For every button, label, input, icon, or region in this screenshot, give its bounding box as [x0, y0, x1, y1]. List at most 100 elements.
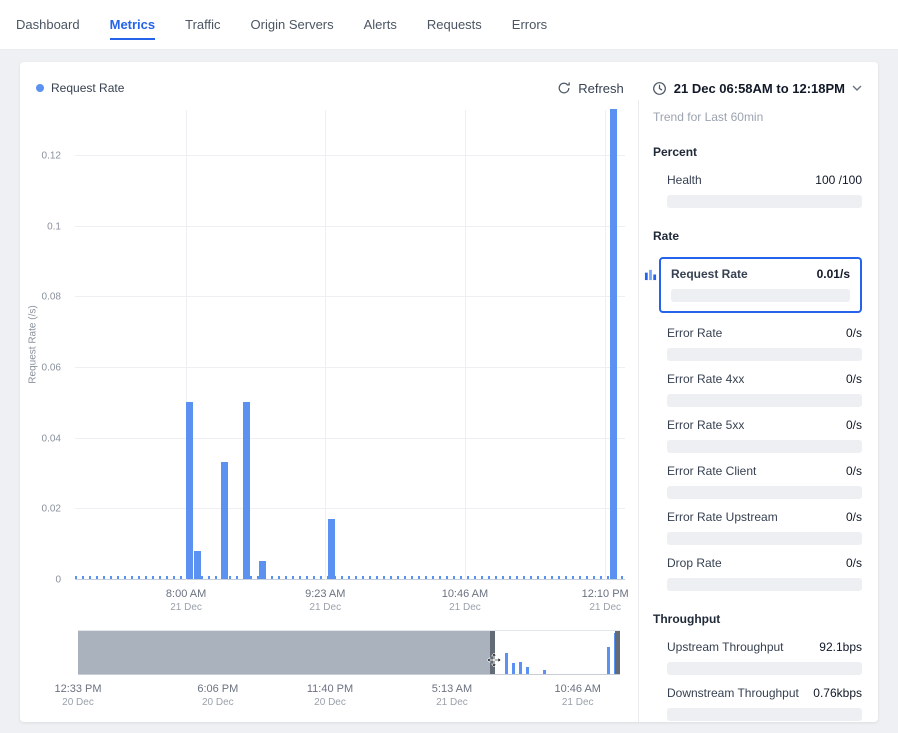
metric-upstream-throughput[interactable]: Upstream Throughput92.1bps — [667, 640, 862, 675]
v-gridline — [465, 110, 466, 580]
metric-error-rate-5xx[interactable]: Error Rate 5xx0/s — [667, 418, 862, 453]
chart-bar — [221, 462, 228, 579]
minimap-x-labels: 12:33 PM20 Dec6:06 PM20 Dec11:40 PM20 De… — [78, 683, 620, 715]
y-tick-label: 0.1 — [47, 221, 61, 232]
tab-metrics[interactable]: Metrics — [110, 10, 156, 40]
time-range-picker[interactable]: 21 Dec 06:58AM to 12:18PM — [652, 81, 862, 96]
plot-area — [75, 110, 625, 580]
chart-bar — [194, 551, 201, 579]
card-body: Request Rate (/s) 00.020.040.060.080.10.… — [20, 100, 878, 722]
metric-downstream-throughput[interactable]: Downstream Throughput0.76kbps — [667, 686, 862, 721]
minimap[interactable] — [78, 630, 620, 675]
h-gridline — [75, 155, 625, 156]
move-cursor-icon — [487, 653, 501, 672]
metric-row: Downstream Throughput0.76kbps — [667, 686, 862, 700]
v-gridline — [605, 110, 606, 580]
h-gridline — [75, 438, 625, 439]
metric-name: Error Rate Upstream — [667, 510, 778, 524]
near-zero-baseline — [75, 576, 625, 579]
legend-label: Request Rate — [51, 81, 124, 95]
metric-name: Error Rate 5xx — [667, 418, 744, 432]
clock-icon — [652, 81, 667, 96]
x-tick-label: 8:00 AM21 Dec — [166, 588, 206, 613]
minimap-x-tick-label: 6:06 PM20 Dec — [197, 683, 238, 708]
y-axis-labels: 00.020.040.060.080.10.12 — [20, 110, 68, 580]
metric-sparkline — [667, 578, 862, 591]
bar-chart-icon — [644, 268, 657, 281]
tab-alerts[interactable]: Alerts — [364, 10, 397, 40]
metric-value: 100 /100 — [815, 173, 862, 187]
metric-value: 0/s — [846, 510, 862, 524]
refresh-label: Refresh — [578, 81, 624, 96]
metric-row: Error Rate 5xx0/s — [667, 418, 862, 432]
h-gridline — [75, 579, 625, 580]
metric-error-rate[interactable]: Error Rate 0/s — [667, 326, 862, 361]
brush-handle-right[interactable] — [615, 631, 620, 674]
tab-errors[interactable]: Errors — [512, 10, 547, 40]
metric-row: Error Rate Upstream 0/s — [667, 510, 862, 524]
metric-value: 92.1bps — [819, 640, 862, 654]
metric-drop-rate[interactable]: Drop Rate 0/s — [667, 556, 862, 591]
tab-traffic[interactable]: Traffic — [185, 10, 220, 40]
minimap-bar — [512, 663, 515, 674]
metric-value: 0/s — [846, 464, 862, 478]
metric-name: Drop Rate — [667, 556, 722, 570]
minimap-x-tick-label: 5:13 AM21 Dec — [432, 683, 472, 708]
metric-error-rate-client[interactable]: Error Rate Client0/s — [667, 464, 862, 499]
section-title-percent: Percent — [653, 145, 862, 159]
refresh-button[interactable]: Refresh — [557, 81, 624, 96]
metric-health[interactable]: Health100 /100 — [667, 173, 862, 208]
section-title-throughput: Throughput — [653, 612, 862, 626]
metric-name: Downstream Throughput — [667, 686, 799, 700]
minimap-bar — [505, 653, 508, 675]
metric-row: Health100 /100 — [667, 173, 862, 187]
metrics-panel: Trend for Last 60min Percent Health100 /1… — [638, 100, 878, 722]
h-gridline — [75, 367, 625, 368]
x-axis-labels: 8:00 AM21 Dec9:23 AM21 Dec10:46 AM21 Dec… — [75, 588, 625, 620]
minimap-x-tick-label: 12:33 PM20 Dec — [54, 683, 101, 708]
tab-dashboard[interactable]: Dashboard — [16, 10, 80, 40]
metric-request-rate[interactable]: Request Rate0.01/s — [659, 257, 862, 313]
top-nav-tabs: Dashboard Metrics Traffic Origin Servers Ale… — [0, 0, 898, 50]
chart-legend: Request Rate — [36, 81, 124, 95]
minimap-unselected-region[interactable] — [78, 631, 493, 674]
metric-sparkline — [667, 708, 862, 721]
minimap-x-tick-label: 10:46 AM21 Dec — [554, 683, 600, 708]
metric-row: Error Rate 0/s — [667, 326, 862, 340]
metric-row: Request Rate0.01/s — [671, 267, 850, 281]
minimap-bar — [543, 670, 546, 674]
metric-error-rate-4xx[interactable]: Error Rate 4xx 0/s — [667, 372, 862, 407]
minimap-x-tick-label: 11:40 PM20 Dec — [307, 683, 353, 708]
request-rate-chart: Request Rate (/s) 00.020.040.060.080.10.… — [20, 100, 638, 722]
chart-bar — [243, 402, 250, 579]
trend-label: Trend for Last 60min — [653, 110, 862, 124]
y-tick-label: 0.12 — [42, 150, 61, 161]
metric-value: 0/s — [846, 372, 862, 386]
chevron-down-icon — [852, 85, 862, 91]
minimap-bar — [607, 647, 610, 674]
metric-value: 0.01/s — [817, 267, 850, 281]
y-tick-label: 0.08 — [42, 292, 61, 303]
chart-bar — [186, 402, 193, 579]
metric-value: 0/s — [846, 556, 862, 570]
metric-name: Error Rate 4xx — [667, 372, 744, 386]
tab-origin-servers[interactable]: Origin Servers — [251, 10, 334, 40]
metric-name: Error Rate — [667, 326, 722, 340]
metric-row: Error Rate Client0/s — [667, 464, 862, 478]
chart-bar — [259, 561, 266, 579]
metric-value: 0/s — [846, 326, 862, 340]
metric-sparkline — [667, 440, 862, 453]
section-title-rate: Rate — [653, 229, 862, 243]
metric-sparkline — [667, 195, 862, 208]
y-tick-label: 0.06 — [42, 362, 61, 373]
metric-error-rate-upstream[interactable]: Error Rate Upstream 0/s — [667, 510, 862, 545]
metrics-card: Request Rate Refresh — [20, 62, 878, 722]
refresh-icon — [557, 81, 571, 95]
chart-bar — [610, 109, 617, 579]
minimap-bar — [519, 662, 522, 674]
metric-sparkline — [667, 348, 862, 361]
tab-requests[interactable]: Requests — [427, 10, 482, 40]
x-tick-label: 9:23 AM21 Dec — [305, 588, 345, 613]
y-tick-label: 0 — [55, 575, 61, 586]
x-tick-label: 12:10 PM21 Dec — [582, 588, 629, 613]
